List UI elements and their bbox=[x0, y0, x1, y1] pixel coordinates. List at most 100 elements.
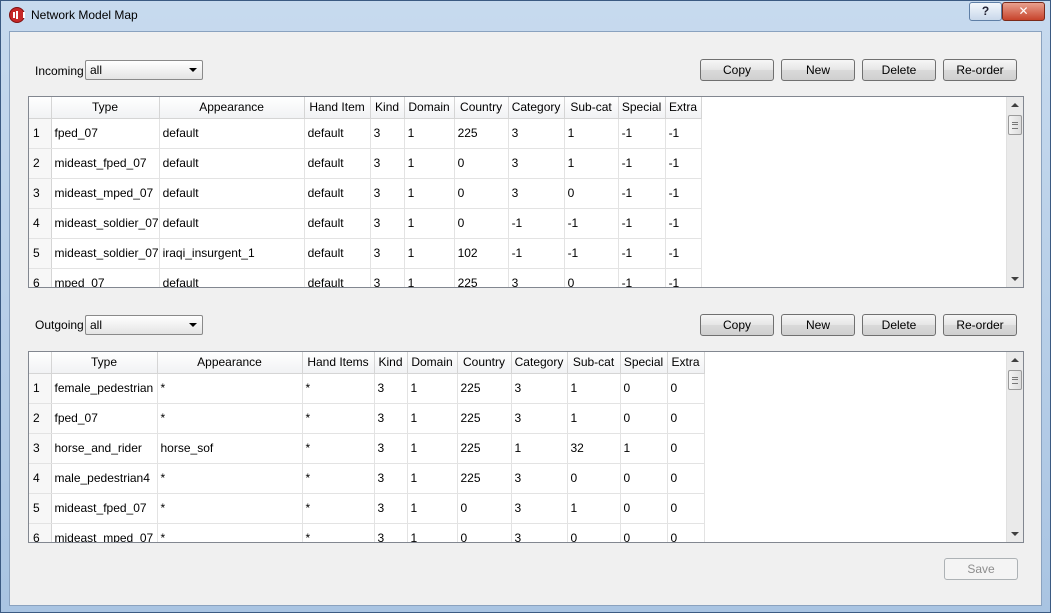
row-number[interactable]: 1 bbox=[29, 118, 52, 149]
table-cell[interactable]: 1 bbox=[407, 373, 458, 404]
scroll-up-icon[interactable] bbox=[1011, 358, 1019, 362]
outgoing-reorder-button[interactable]: Re-order bbox=[943, 314, 1017, 336]
table-cell[interactable]: 1 bbox=[567, 493, 621, 524]
table-cell[interactable]: 1 bbox=[511, 433, 568, 464]
table-cell[interactable]: 1 bbox=[620, 433, 668, 464]
table-cell[interactable]: 0 bbox=[667, 403, 705, 434]
table-cell[interactable]: 0 bbox=[567, 463, 621, 494]
column-header[interactable]: Type bbox=[51, 352, 158, 374]
table-cell[interactable]: 0 bbox=[457, 493, 512, 524]
row-number[interactable]: 5 bbox=[29, 238, 52, 269]
column-header[interactable]: Kind bbox=[370, 97, 405, 119]
column-header[interactable]: Country bbox=[454, 97, 509, 119]
table-cell[interactable]: 3 bbox=[370, 268, 405, 287]
table-cell[interactable]: 1 bbox=[567, 403, 621, 434]
incoming-reorder-button[interactable]: Re-order bbox=[943, 59, 1017, 81]
table-cell[interactable]: 1 bbox=[407, 463, 458, 494]
table-cell[interactable]: 3 bbox=[508, 178, 565, 209]
table-cell[interactable]: 0 bbox=[454, 148, 509, 179]
column-header[interactable]: Type bbox=[51, 97, 160, 119]
incoming-vertical-scrollbar[interactable] bbox=[1006, 97, 1023, 287]
column-header[interactable]: Country bbox=[457, 352, 512, 374]
table-cell[interactable]: -1 bbox=[665, 178, 702, 209]
table-cell[interactable]: horse_sof bbox=[157, 433, 303, 464]
table-cell[interactable]: 3 bbox=[508, 268, 565, 287]
table-cell[interactable]: 0 bbox=[567, 523, 621, 542]
column-header[interactable]: Appearance bbox=[157, 352, 303, 374]
table-cell[interactable]: 0 bbox=[564, 178, 619, 209]
table-cell[interactable]: 0 bbox=[667, 433, 705, 464]
table-cell[interactable]: default bbox=[159, 268, 305, 287]
table-cell[interactable]: 3 bbox=[374, 373, 408, 404]
table-row[interactable]: 2 fped_07 * * 3 1 225 3 1 0 0 bbox=[29, 403, 705, 434]
table-cell[interactable]: * bbox=[157, 463, 303, 494]
table-cell[interactable]: 0 bbox=[667, 493, 705, 524]
row-number[interactable]: 6 bbox=[29, 523, 52, 542]
column-header[interactable]: Category bbox=[508, 97, 565, 119]
row-number[interactable]: 1 bbox=[29, 373, 52, 404]
table-cell[interactable]: -1 bbox=[618, 118, 666, 149]
table-cell[interactable]: * bbox=[302, 463, 375, 494]
table-cell[interactable]: -1 bbox=[508, 238, 565, 269]
table-cell[interactable]: 3 bbox=[508, 118, 565, 149]
table-cell[interactable]: default bbox=[159, 208, 305, 239]
close-button[interactable]: ✕ bbox=[1002, 2, 1045, 21]
row-number[interactable]: 2 bbox=[29, 403, 52, 434]
column-header[interactable]: Kind bbox=[374, 352, 408, 374]
table-cell[interactable]: 3 bbox=[370, 238, 405, 269]
outgoing-copy-button[interactable]: Copy bbox=[700, 314, 774, 336]
table-cell[interactable]: -1 bbox=[618, 268, 666, 287]
incoming-filter-dropdown[interactable]: all bbox=[85, 60, 203, 80]
table-cell[interactable]: 1 bbox=[404, 178, 455, 209]
table-cell[interactable]: mideast_soldier_07 bbox=[51, 208, 160, 239]
column-header[interactable]: Sub-cat bbox=[567, 352, 621, 374]
table-row[interactable]: 6 mideast_mped_07 * * 3 1 0 3 0 0 0 bbox=[29, 523, 705, 542]
outgoing-vertical-scrollbar[interactable] bbox=[1006, 352, 1023, 542]
column-header[interactable]: Hand Item bbox=[304, 97, 371, 119]
table-cell[interactable]: -1 bbox=[665, 118, 702, 149]
scroll-up-icon[interactable] bbox=[1011, 103, 1019, 107]
table-cell[interactable]: * bbox=[157, 523, 303, 542]
table-cell[interactable]: 1 bbox=[407, 433, 458, 464]
table-cell[interactable]: iraqi_insurgent_1 bbox=[159, 238, 305, 269]
table-cell[interactable]: * bbox=[157, 403, 303, 434]
table-cell[interactable]: 0 bbox=[457, 523, 512, 542]
table-cell[interactable]: 225 bbox=[457, 373, 512, 404]
table-cell[interactable]: 1 bbox=[407, 403, 458, 434]
row-number[interactable]: 5 bbox=[29, 493, 52, 524]
table-cell[interactable]: -1 bbox=[508, 208, 565, 239]
table-cell[interactable]: female_pedestrian bbox=[51, 373, 158, 404]
outgoing-delete-button[interactable]: Delete bbox=[862, 314, 936, 336]
table-cell[interactable]: default bbox=[159, 148, 305, 179]
table-cell[interactable]: 1 bbox=[404, 268, 455, 287]
table-cell[interactable]: 3 bbox=[374, 433, 408, 464]
table-cell[interactable]: 0 bbox=[454, 208, 509, 239]
row-number[interactable]: 4 bbox=[29, 208, 52, 239]
table-cell[interactable]: 3 bbox=[511, 373, 568, 404]
table-cell[interactable]: 225 bbox=[457, 403, 512, 434]
table-cell[interactable]: mideast_mped_07 bbox=[51, 523, 158, 542]
table-cell[interactable]: 3 bbox=[370, 208, 405, 239]
table-cell[interactable]: 0 bbox=[454, 178, 509, 209]
table-cell[interactable]: 3 bbox=[370, 148, 405, 179]
table-cell[interactable]: 0 bbox=[667, 373, 705, 404]
table-cell[interactable]: fped_07 bbox=[51, 118, 160, 149]
table-cell[interactable]: * bbox=[302, 373, 375, 404]
table-cell[interactable]: male_pedestrian4 bbox=[51, 463, 158, 494]
save-button[interactable]: Save bbox=[944, 558, 1018, 580]
table-cell[interactable]: 0 bbox=[667, 463, 705, 494]
table-cell[interactable]: 1 bbox=[404, 148, 455, 179]
incoming-new-button[interactable]: New bbox=[781, 59, 855, 81]
table-cell[interactable]: 3 bbox=[374, 493, 408, 524]
column-header[interactable]: Domain bbox=[407, 352, 458, 374]
table-cell[interactable]: 3 bbox=[511, 463, 568, 494]
table-cell[interactable]: fped_07 bbox=[51, 403, 158, 434]
table-cell[interactable]: mideast_fped_07 bbox=[51, 148, 160, 179]
row-number[interactable]: 3 bbox=[29, 433, 52, 464]
row-number[interactable]: 4 bbox=[29, 463, 52, 494]
table-cell[interactable]: 0 bbox=[620, 493, 668, 524]
table-cell[interactable]: * bbox=[302, 523, 375, 542]
column-header[interactable]: Sub-cat bbox=[564, 97, 619, 119]
outgoing-filter-dropdown[interactable]: all bbox=[85, 315, 203, 335]
outgoing-new-button[interactable]: New bbox=[781, 314, 855, 336]
